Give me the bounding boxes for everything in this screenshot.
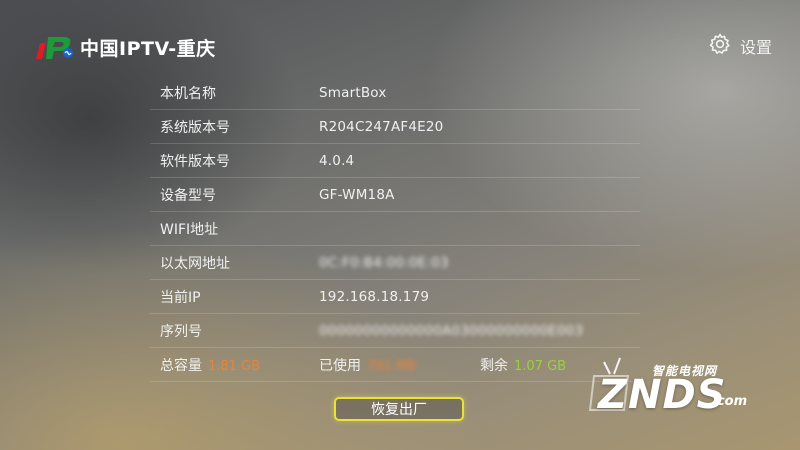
info-row-wifi-address: WIFI地址 xyxy=(150,212,640,246)
row-value: 192.168.18.179 xyxy=(319,288,430,305)
row-label: 软件版本号 xyxy=(160,153,230,170)
row-label: 系统版本号 xyxy=(160,119,230,136)
storage-row: 总容量 1.81 GB 已使用 791 MB 剩余 1.07 GB xyxy=(150,348,640,382)
storage-free-label: 剩余 xyxy=(480,357,508,374)
info-row-ethernet-address: 以太网地址 0C:F0:B4:00:0E:03 xyxy=(150,246,640,280)
settings-label: 设置 xyxy=(739,38,772,57)
info-row-current-ip: 当前IP 192.168.18.179 xyxy=(150,280,640,314)
row-value: R204C247AF4E20 xyxy=(319,118,444,135)
watermark-brand: ZNDS xyxy=(598,372,727,418)
storage-free-value: 1.07 GB xyxy=(514,358,567,374)
storage-used-value: 791 MB xyxy=(367,358,417,374)
storage-total-label: 总容量 xyxy=(160,357,202,374)
row-label: WIFI地址 xyxy=(160,221,219,238)
storage-used-label: 已使用 xyxy=(319,357,361,374)
storage-used: 已使用 791 MB xyxy=(319,355,416,375)
device-info-table: 本机名称 SmartBox 系统版本号 R204C247AF4E20 软件版本号… xyxy=(150,76,640,382)
app-header: 中国IPTV-重庆 xyxy=(36,30,216,64)
watermark-suffix: .com xyxy=(712,394,748,409)
row-value: 4.0.4 xyxy=(319,152,355,169)
row-label: 当前IP xyxy=(160,289,201,306)
info-row-device-model: 设备型号 GF-WM18A xyxy=(150,178,640,212)
row-value-masked: 00000000000000A03000000000E003 xyxy=(319,322,584,339)
info-row-device-name: 本机名称 SmartBox xyxy=(150,76,640,110)
row-value: SmartBox xyxy=(319,84,387,101)
storage-total: 总容量 1.81 GB xyxy=(160,355,260,375)
row-value: GF-WM18A xyxy=(319,186,395,203)
iptv-logo-icon xyxy=(36,33,76,61)
row-label: 本机名称 xyxy=(160,85,216,102)
settings-button[interactable]: 设置 xyxy=(708,32,772,60)
storage-total-value: 1.81 GB xyxy=(208,358,261,374)
row-label: 以太网地址 xyxy=(160,255,230,272)
row-label: 设备型号 xyxy=(160,187,216,204)
info-row-system-version: 系统版本号 R204C247AF4E20 xyxy=(150,110,640,144)
info-row-serial-number: 序列号 00000000000000A03000000000E003 xyxy=(150,314,640,348)
row-label: 序列号 xyxy=(160,323,202,340)
row-value-masked: 0C:F0:B4:00:0E:03 xyxy=(319,254,449,271)
znds-watermark: 智能电视网 ZNDS .com xyxy=(588,344,758,420)
factory-reset-button[interactable]: 恢复出厂 xyxy=(334,397,464,421)
storage-free: 剩余 1.07 GB xyxy=(480,355,566,375)
app-title: 中国IPTV-重庆 xyxy=(80,37,216,60)
gear-icon xyxy=(708,32,732,60)
info-row-software-version: 软件版本号 4.0.4 xyxy=(150,144,640,178)
